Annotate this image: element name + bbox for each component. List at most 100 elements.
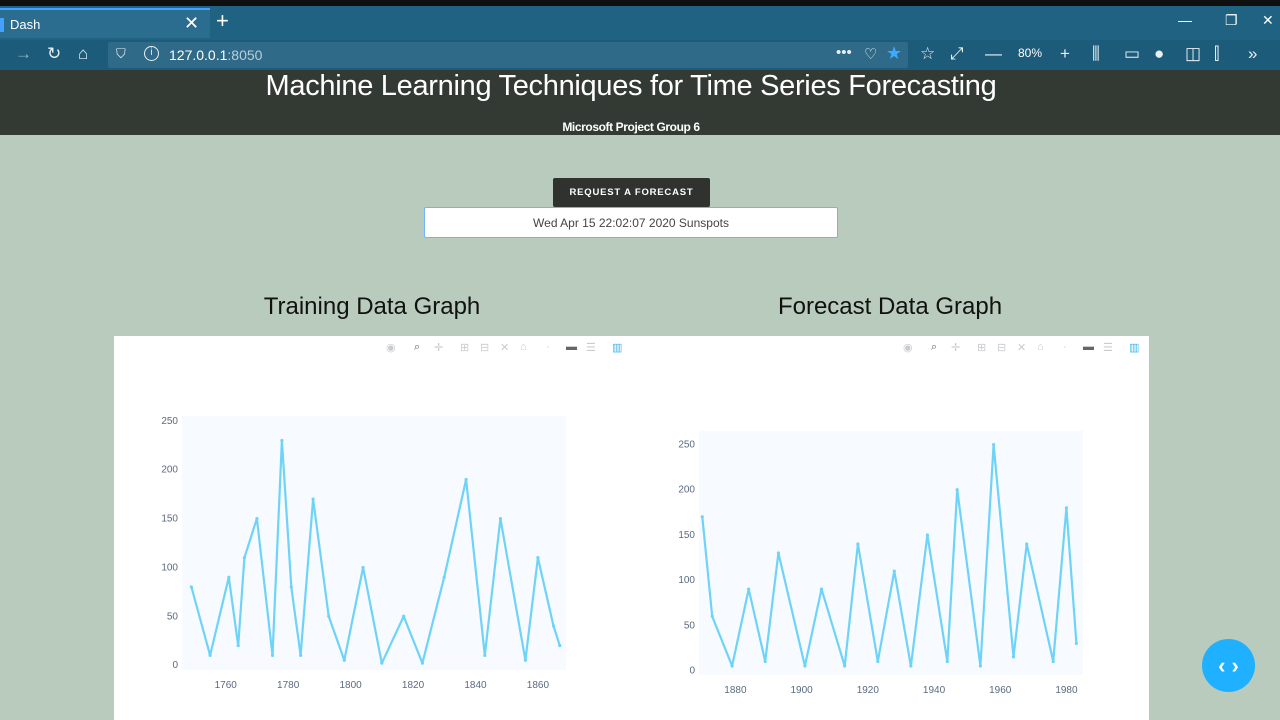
forecast-request-field[interactable]	[424, 207, 838, 238]
data-point	[710, 614, 714, 618]
zoom-out-plot-icon[interactable]: ⊟	[480, 341, 489, 354]
data-point	[380, 661, 384, 665]
fullscreen-icon[interactable]: ⤢	[950, 44, 964, 64]
overflow-menu-icon[interactable]: »	[1248, 44, 1257, 64]
library-icon[interactable]: ⫼	[1092, 44, 1100, 64]
data-point	[763, 659, 767, 664]
x-tick-label: 1860	[527, 680, 550, 691]
forecast-graph-title: Forecast Data Graph	[777, 293, 1003, 320]
data-point	[280, 438, 284, 443]
camera-icon[interactable]: ◉	[903, 341, 913, 354]
y-tick-label: 0	[689, 665, 695, 676]
data-point	[843, 664, 847, 668]
shield-icon[interactable]: ⛉	[116, 46, 126, 62]
bookmark-star-icon[interactable]: ★	[886, 43, 902, 64]
x-tick-label: 1820	[402, 680, 425, 691]
forecast-modebar: ◉ ⌕ ✛ ⊞ ⊟ ✕ ⌂ · ▬ ☰ ▥	[903, 341, 1143, 357]
close-window-icon[interactable]: ✕	[1262, 12, 1274, 29]
sidebar-icon[interactable]: ◫	[1185, 44, 1201, 64]
y-tick-label: 200	[678, 485, 695, 496]
spike-lines-icon[interactable]: ·	[1063, 341, 1067, 353]
page-title: Machine Learning Techniques for Time Ser…	[265, 70, 997, 102]
x-tick-label: 1900	[790, 685, 813, 696]
extensions-icon[interactable]: ⫿	[1214, 44, 1219, 64]
data-point	[1064, 506, 1069, 510]
hover-compare-icon[interactable]: ☰	[586, 341, 596, 354]
data-point	[776, 551, 781, 555]
x-tick-label: 1880	[724, 685, 747, 696]
hover-closest-icon[interactable]: ▬	[566, 341, 577, 353]
forward-icon[interactable]: →	[15, 44, 32, 64]
minimize-icon[interactable]: —	[1178, 12, 1192, 28]
data-point	[311, 497, 315, 501]
training-graph-title: Training Data Graph	[263, 293, 481, 320]
zoom-level[interactable]: 80%	[1018, 46, 1042, 60]
tab-title: Dash	[10, 17, 41, 32]
data-point	[236, 643, 240, 648]
x-tick-label: 1940	[923, 685, 946, 696]
data-point	[551, 624, 556, 628]
data-point	[856, 542, 860, 546]
x-tick-label: 1760	[215, 680, 238, 691]
data-point	[700, 515, 704, 519]
plotly-logo-icon[interactable]: ▥	[612, 341, 622, 354]
training-modebar: ◉ ⌕ ✛ ⊞ ⊟ ✕ ⌂ · ▬ ☰ ▥	[386, 341, 626, 357]
data-point	[299, 653, 303, 657]
reset-axes-icon[interactable]: ⌂	[1037, 341, 1044, 353]
y-tick-label: 150	[161, 514, 178, 525]
info-icon[interactable]: i	[144, 46, 159, 61]
zoom-icon[interactable]: ⌕	[931, 341, 937, 354]
request-forecast-button[interactable]: REQUEST A FORECAST	[553, 178, 710, 207]
page-subtitle: Microsoft Project Group 6	[562, 120, 700, 134]
url-host: 127.0.0.1	[169, 47, 228, 63]
hover-closest-icon[interactable]: ▬	[1083, 341, 1094, 353]
code-toggle-button[interactable]: ‹ ›	[1202, 639, 1255, 692]
zoom-out-plot-icon[interactable]: ⊟	[997, 341, 1006, 354]
page-actions-icon[interactable]: •••	[836, 44, 852, 61]
camera-icon[interactable]: ◉	[386, 341, 396, 354]
data-point	[536, 556, 540, 560]
reader-icon[interactable]: ☆	[920, 44, 935, 64]
hover-compare-icon[interactable]: ☰	[1103, 341, 1113, 354]
zoom-in-plot-icon[interactable]: ⊞	[977, 341, 986, 354]
x-tick-label: 1840	[464, 680, 487, 691]
y-tick-label: 250	[678, 440, 695, 451]
zoom-in-icon[interactable]: +	[1060, 44, 1070, 64]
zoom-in-plot-icon[interactable]: ⊞	[460, 341, 469, 354]
y-tick-label: 50	[684, 620, 696, 631]
pan-icon[interactable]: ✛	[951, 341, 960, 354]
x-tick-label: 1780	[277, 680, 300, 691]
x-tick-label: 1920	[857, 685, 880, 696]
training-chart[interactable]: 0 50 100 150 200 250 1760 1780 1800 1820 1840 1860	[154, 406, 634, 720]
data-point	[1011, 655, 1016, 659]
data-point	[327, 614, 331, 618]
new-tab-icon[interactable]: +	[216, 8, 229, 34]
browser-tab[interactable]: Dash ✕	[0, 8, 210, 38]
forecast-chart[interactable]: 0 50 100 150 200 250 1880 1900 1920 1940 1960 1980	[669, 421, 1109, 720]
pocket-icon[interactable]: ♡	[864, 45, 877, 63]
autoscale-icon[interactable]: ✕	[1017, 341, 1026, 354]
favicon-icon	[0, 18, 4, 32]
zoom-out-icon[interactable]: —	[985, 44, 1002, 64]
home-icon[interactable]: ⌂	[78, 44, 88, 64]
url-bar[interactable]: ⛉ i 127.0.0.1:8050 ••• ♡ ★	[108, 42, 908, 68]
account-icon[interactable]: ●	[1154, 44, 1164, 64]
close-tab-icon[interactable]: ✕	[184, 13, 199, 34]
data-point	[747, 587, 751, 591]
data-point	[208, 653, 212, 657]
restore-icon[interactable]: ❐	[1225, 12, 1238, 29]
data-point	[342, 658, 346, 662]
reset-axes-icon[interactable]: ⌂	[520, 341, 527, 353]
plotly-logo-icon[interactable]: ▥	[1129, 341, 1139, 354]
data-point	[925, 533, 930, 537]
spike-lines-icon[interactable]: ·	[546, 341, 550, 353]
downloads-icon[interactable]: ▭	[1124, 44, 1140, 64]
zoom-icon[interactable]: ⌕	[414, 341, 420, 354]
data-point	[442, 575, 446, 579]
y-tick-label: 50	[167, 611, 179, 622]
reload-icon[interactable]: ↻	[47, 44, 61, 64]
url-text[interactable]: 127.0.0.1:8050	[169, 47, 262, 63]
data-point	[955, 488, 959, 492]
autoscale-icon[interactable]: ✕	[500, 341, 509, 354]
pan-icon[interactable]: ✛	[434, 341, 443, 354]
